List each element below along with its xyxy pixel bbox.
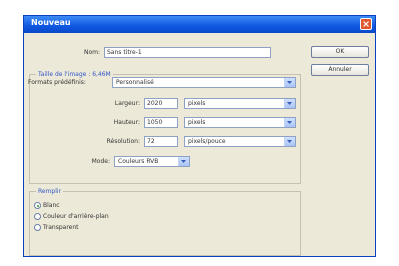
title-bar: Nouveau [24, 16, 375, 33]
fill-legend: Remplir [36, 188, 64, 195]
fill-transparent-label: Transparent [43, 224, 79, 231]
preset-select[interactable]: Personnalisé [112, 77, 296, 88]
preset-value: Personnalisé [116, 79, 154, 86]
fill-white-radio[interactable] [34, 202, 41, 209]
preset-label: Formats prédéfinis: [28, 79, 86, 86]
cancel-button[interactable]: Annuler [311, 64, 369, 76]
chevron-down-icon [284, 99, 295, 108]
resolution-input[interactable]: 72 [144, 136, 178, 147]
image-size-group: Taille de l'image : 6,46M [29, 71, 301, 184]
height-input[interactable]: 1050 [144, 117, 178, 128]
fill-background-label: Couleur d'arrière-plan [43, 213, 109, 220]
close-icon [363, 21, 369, 27]
width-input[interactable]: 2020 [144, 98, 178, 109]
resolution-unit-select[interactable]: pixels/pouce [184, 136, 296, 147]
name-label: Nom: [83, 49, 100, 56]
fill-transparent-radio[interactable] [34, 224, 41, 231]
resolution-label: Résolution: [106, 138, 140, 145]
height-unit-select[interactable]: pixels [184, 117, 296, 128]
width-unit-value: pixels [188, 100, 206, 107]
chevron-down-icon [284, 78, 295, 87]
resolution-unit-value: pixels/pouce [188, 138, 226, 145]
chevron-down-icon [284, 118, 295, 127]
chevron-down-icon [284, 137, 295, 146]
mode-value: Couleurs RVB [118, 158, 159, 165]
name-input[interactable]: Sans titre-1 [104, 47, 271, 58]
fill-white-label: Blanc [43, 202, 60, 209]
mode-select[interactable]: Couleurs RVB [114, 156, 190, 167]
width-label: Largeur: [114, 100, 140, 107]
ok-button[interactable]: OK [311, 46, 369, 58]
chevron-down-icon [178, 157, 189, 166]
width-unit-select[interactable]: pixels [184, 98, 296, 109]
mode-label: Mode: [91, 158, 110, 165]
image-size-legend: Taille de l'image : 6,46M [36, 71, 113, 78]
fill-background-radio[interactable] [34, 213, 41, 220]
close-button[interactable] [360, 18, 372, 30]
new-document-dialog: Nouveau Nom: Sans titre-1 OK Annuler Tai… [23, 15, 376, 257]
height-label: Hauteur: [113, 119, 140, 126]
height-unit-value: pixels [188, 119, 206, 126]
dialog-title: Nouveau [31, 18, 71, 27]
